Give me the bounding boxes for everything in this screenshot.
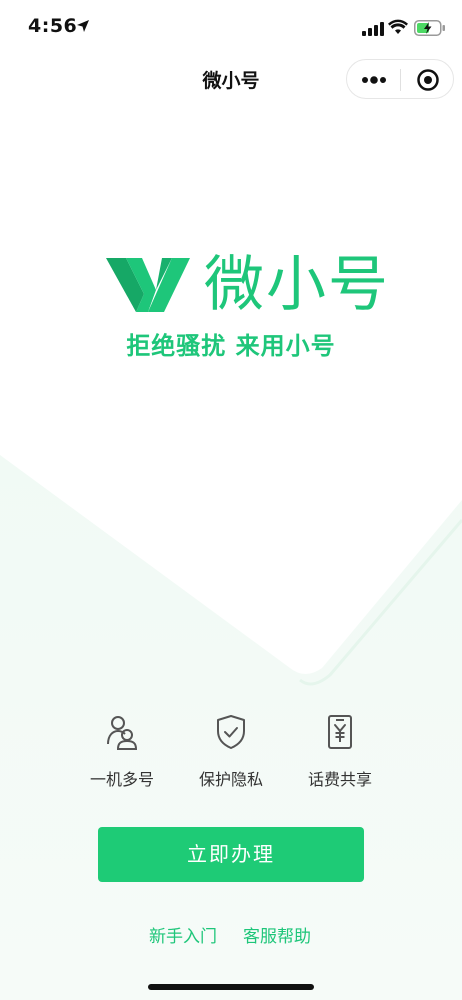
location-arrow-icon bbox=[77, 20, 89, 32]
users-icon bbox=[107, 716, 138, 750]
beginner-guide-link[interactable]: 新手入门 bbox=[149, 922, 217, 947]
yuan-phone-icon bbox=[328, 715, 352, 749]
apply-now-button[interactable]: 立即办理 bbox=[98, 827, 364, 882]
wifi-icon bbox=[388, 19, 408, 34]
close-target-icon[interactable] bbox=[416, 68, 440, 92]
status-time: 4:56 bbox=[28, 15, 78, 37]
brand-logo-icon bbox=[106, 258, 190, 312]
battery-charging-icon bbox=[414, 20, 445, 36]
feature-privacy[interactable]: 保护隐私 bbox=[181, 714, 281, 790]
slogan: 拒绝骚扰 来用小号 bbox=[126, 332, 336, 360]
feature-shared-credit[interactable]: 话费共享 bbox=[290, 714, 390, 790]
customer-support-link[interactable]: 客服帮助 bbox=[243, 922, 311, 947]
home-indicator[interactable] bbox=[148, 984, 314, 990]
shield-check-icon bbox=[217, 715, 245, 749]
feature-label: 一机多号 bbox=[89, 770, 154, 789]
more-icon[interactable] bbox=[361, 70, 387, 90]
mini-program-capsule bbox=[346, 59, 454, 99]
feature-multi-number[interactable]: 一机多号 bbox=[72, 714, 172, 790]
feature-label: 保护隐私 bbox=[198, 770, 263, 789]
feature-label: 话费共享 bbox=[307, 770, 372, 789]
capsule-divider bbox=[400, 69, 401, 91]
brand-name: 微小号 bbox=[204, 250, 390, 320]
status-bar: 4:56 bbox=[0, 0, 462, 56]
cellular-signal-icon bbox=[362, 22, 384, 36]
